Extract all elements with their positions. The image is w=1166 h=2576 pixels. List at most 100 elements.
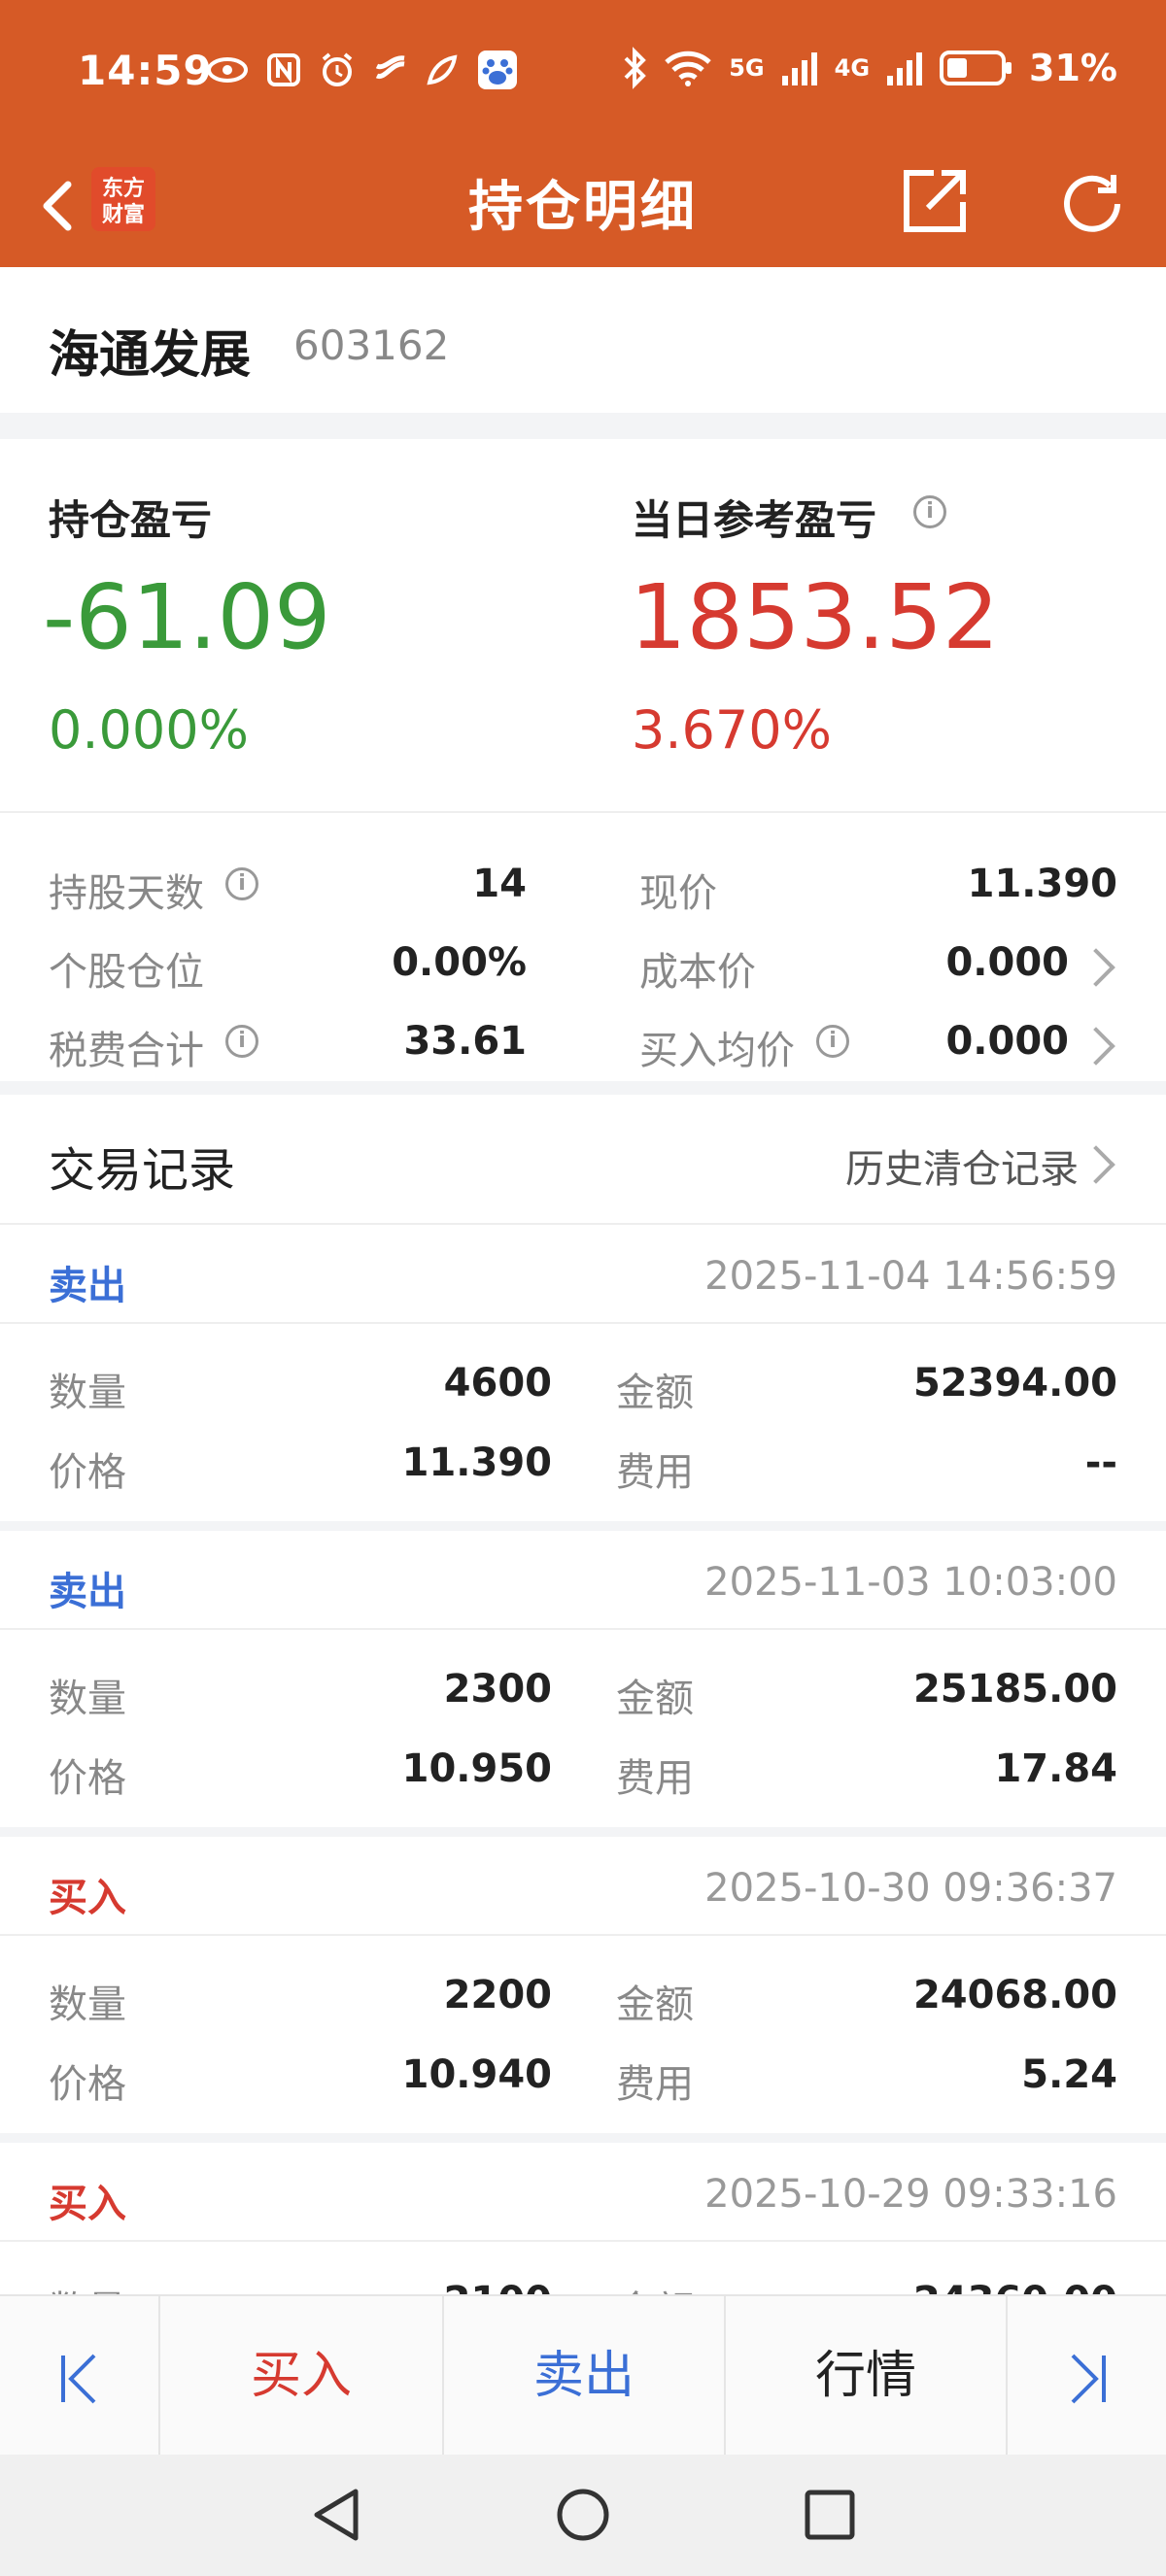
trade-type: 买入 [49,2182,126,2226]
bottom-action-bar: 买入 卖出 行情 [0,2294,1166,2457]
chevron-right-icon[interactable] [1077,1145,1115,1184]
alarm-icon [322,52,353,86]
eye-icon [207,57,248,83]
history-clearance-link[interactable]: 历史清仓记录 [845,1137,1079,1194]
skip-last-icon [1071,2354,1106,2404]
amount-value: 24068.00 [912,1973,1117,2017]
fee-value: 17.84 [994,1746,1117,1791]
trade-record[interactable]: 买入 2025-10-30 09:36:37 数量 2200 金额 24068.… [0,1837,1166,2133]
qty-label: 数量 [49,1677,126,1721]
detail-row-1: 持股天数 i 14 现价 11.390 [0,842,1166,920]
amount-value: 25185.00 [912,1667,1117,1712]
amount-label: 金额 [616,2279,694,2294]
trade-datetime: 2025-11-03 10:03:00 [704,1560,1117,1605]
price-label: 价格 [49,1756,126,1801]
current-price-label: 现价 [639,871,717,916]
divider [0,811,1166,813]
nav-back-icon[interactable] [309,2486,363,2544]
qty-value: 2300 [443,1667,552,1712]
nav-recents-icon[interactable] [803,2488,857,2542]
top-bar: 14:59 5G 4G 31% 东方 财富 持仓明细 [0,0,1166,267]
section-gap [0,1827,1166,1837]
qty-label: 数量 [49,1983,126,2027]
info-icon[interactable]: i [816,1025,849,1058]
stock-name: 海通发展 [49,326,252,385]
signal-icon [781,52,817,85]
amount-value: 52394.00 [912,1361,1117,1406]
amount-value: 24360.00 [913,2279,1117,2294]
day-pnl-label: 当日参考盈亏 [632,496,877,544]
quote-button[interactable]: 行情 [726,2296,1006,2457]
status-left-icons [206,49,519,91]
hold-days-label: 持股天数 [49,871,204,916]
trade-record[interactable]: 买入 2025-10-29 09:33:16 数量 2100 金额 24360.… [0,2143,1166,2294]
first-page-button[interactable] [0,2296,158,2457]
price-value: 10.950 [401,1746,552,1791]
trade-datetime: 2025-10-29 09:33:16 [704,2172,1117,2217]
trade-datetime: 2025-10-30 09:36:37 [704,1866,1117,1911]
position-ratio-label: 个股仓位 [49,950,204,995]
price-label: 价格 [49,1450,126,1495]
divider [0,2240,1166,2242]
stock-title: 海通发展 603162 [0,267,1166,413]
refresh-icon[interactable] [1053,165,1131,243]
amount-label: 金额 [616,1371,694,1415]
info-icon[interactable]: i [225,867,258,900]
sell-button[interactable]: 卖出 [444,2296,724,2457]
bluetooth-icon [624,47,647,89]
amount-label: 金额 [616,1677,694,1721]
trade-record[interactable]: 卖出 2025-11-03 10:03:00 数量 2300 金额 25185.… [0,1531,1166,1827]
share-icon[interactable] [899,165,971,237]
fee-label: 费用 [616,1756,694,1801]
trade-record[interactable]: 卖出 2025-11-04 14:56:59 数量 4600 金额 52394.… [0,1225,1166,1521]
detail-row-3: 税费合计 i 33.61 买入均价 i 0.000 [0,1000,1166,1077]
battery-icon [940,51,1012,85]
price-value: 10.940 [401,2052,552,2097]
pnl-summary: 持仓盈亏 -61.09 0.000% 当日参考盈亏 i 1853.52 3.67… [0,439,1166,808]
hold-pnl-value: -61.09 [43,565,331,669]
qty-value: 4600 [443,1361,552,1406]
cost-price-label[interactable]: 成本价 [639,940,756,997]
avg-buy-price-label[interactable]: 买入均价 [639,1019,795,1075]
app-notification-icon [375,55,405,80]
tax-total-value: 33.61 [403,1019,527,1064]
trade-type: 卖出 [49,1570,126,1614]
hold-pnl-percent: 0.000% [49,699,249,761]
price-label: 价格 [49,2062,126,2107]
position-ratio-value: 0.00% [392,940,527,985]
system-nav-bar [0,2455,1166,2576]
section-gap [0,413,1166,439]
info-icon[interactable]: i [225,1025,258,1058]
network-5g-label: 5G [729,54,765,82]
price-value: 11.390 [401,1441,552,1485]
status-bar: 14:59 5G 4G 31% [0,0,1166,146]
qty-label: 数量 [49,2279,126,2294]
section-gap [0,1521,1166,1531]
network-4g-label: 4G [834,54,871,82]
divider [0,1934,1166,1936]
fee-value: 5.24 [1021,2052,1117,2097]
last-page-button[interactable] [1008,2296,1166,2457]
qty-value: 2200 [443,1973,552,2017]
fee-value: -- [1084,1441,1117,1485]
qty-label: 数量 [49,1371,126,1415]
chevron-right-icon[interactable] [1077,1027,1115,1066]
trade-type: 卖出 [49,1264,126,1308]
nav-home-icon[interactable] [554,2486,612,2544]
info-icon[interactable]: i [913,495,946,528]
qty-value: 2100 [444,2279,552,2294]
position-details: 持股天数 i 14 现价 11.390 个股仓位 0.00% 成本价 0.000… [0,821,1166,1083]
trade-records-header: 交易记录 历史清仓记录 [0,1095,1166,1223]
skip-first-icon [60,2354,95,2404]
fee-label: 费用 [616,2062,694,2107]
avg-buy-price-value: 0.000 [945,1019,1069,1064]
signal-icon-2 [887,52,923,85]
detail-row-2: 个股仓位 0.00% 成本价 0.000 [0,921,1166,999]
buy-button[interactable]: 买入 [160,2296,442,2457]
chevron-right-icon[interactable] [1077,948,1115,987]
divider [0,1628,1166,1630]
wifi-icon [665,51,711,86]
status-right-icons: 5G 4G 31% [622,47,1117,89]
page-title: 持仓明细 [468,176,698,239]
current-price-value: 11.390 [967,862,1117,906]
